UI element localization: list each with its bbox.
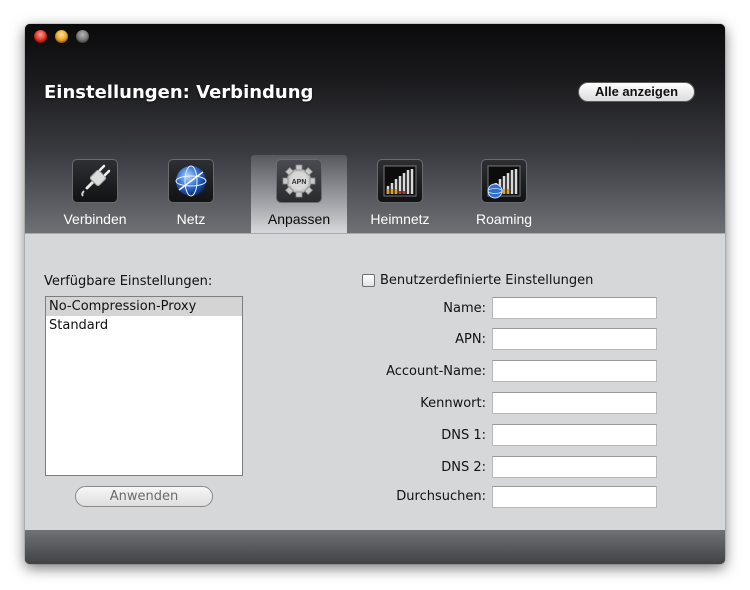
custom-settings-checkbox[interactable] [362, 274, 375, 287]
content-panel: Verfügbare Einstellungen: No-Compression… [25, 233, 725, 530]
tab-label: Netz [176, 211, 206, 227]
globe-icon [168, 159, 214, 203]
tab-label: Anpassen [267, 211, 331, 227]
window-title: Einstellungen: Verbindung [44, 82, 314, 103]
dns1-field[interactable] [492, 424, 657, 446]
search-domains-field[interactable] [492, 486, 657, 508]
signal-bars-globe-icon [481, 159, 527, 203]
tab-anpassen[interactable]: APN Anpassen [251, 155, 347, 233]
preferences-window: Einstellungen: Verbindung Alle anzeigen … [25, 24, 725, 564]
password-field[interactable] [492, 392, 657, 414]
tab-roaming[interactable]: Roaming [456, 155, 552, 233]
available-settings-list[interactable]: No-Compression-Proxy Standard [45, 296, 243, 476]
apn-label: APN: [455, 332, 486, 347]
available-settings-label: Verfügbare Einstellungen: [44, 274, 213, 289]
apn-field[interactable] [492, 328, 657, 350]
tab-heimnetz[interactable]: Heimnetz [352, 155, 448, 233]
toolbar: Einstellungen: Verbindung Alle anzeigen … [25, 24, 725, 233]
dns2-label: DNS 2: [441, 460, 486, 475]
account-name-field[interactable] [492, 360, 657, 382]
dns2-field[interactable] [492, 456, 657, 478]
close-window-button[interactable] [34, 30, 47, 43]
plug-icon [72, 159, 118, 203]
tab-label: Heimnetz [370, 211, 430, 227]
name-field[interactable] [492, 297, 657, 319]
apn-icon-text: APN [292, 179, 307, 186]
dns1-label: DNS 1: [441, 428, 486, 443]
tab-netz[interactable]: Netz [143, 155, 239, 233]
tab-verbinden[interactable]: Verbinden [47, 155, 143, 233]
show-all-button[interactable]: Alle anzeigen [578, 82, 695, 102]
list-item[interactable]: No-Compression-Proxy [46, 297, 242, 316]
bottom-bar [25, 530, 725, 564]
password-label: Kennwort: [420, 396, 486, 411]
zoom-window-button[interactable] [76, 30, 89, 43]
search-domains-label: Durchsuchen: [396, 489, 486, 504]
name-label: Name: [443, 301, 486, 316]
signal-bars-icon [377, 159, 423, 203]
tab-label: Roaming [475, 211, 533, 227]
minimize-window-button[interactable] [55, 30, 68, 43]
apn-gear-icon: APN [276, 159, 322, 203]
account-name-label: Account-Name: [386, 364, 486, 379]
tab-label: Verbinden [63, 211, 127, 227]
list-item[interactable]: Standard [46, 316, 242, 335]
custom-settings-label: Benutzerdefinierte Einstellungen [380, 273, 594, 288]
apply-button[interactable]: Anwenden [75, 486, 213, 507]
